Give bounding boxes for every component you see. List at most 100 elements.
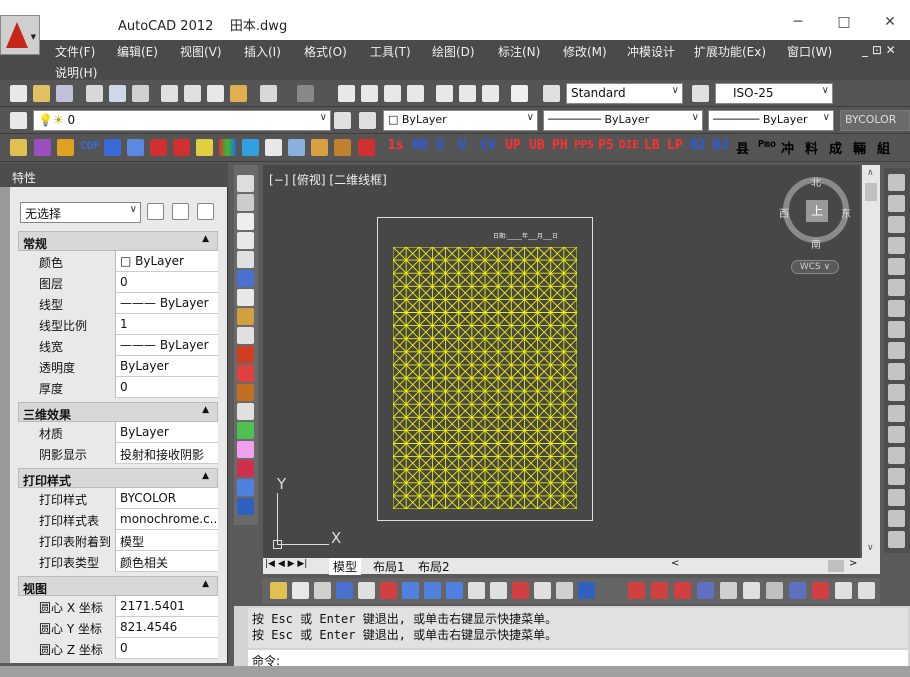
match-properties-icon[interactable]	[230, 85, 247, 102]
prop-row[interactable]: 厚度 0	[18, 377, 218, 398]
modify-tool-icon[interactable]	[314, 582, 331, 599]
tool-icon-13[interactable]	[288, 139, 305, 156]
wcs-menu[interactable]: WCS ∨	[791, 260, 839, 274]
tb-u2[interactable]: U	[458, 138, 466, 153]
tool-icon-7[interactable]	[150, 139, 167, 156]
new-file-icon[interactable]	[10, 85, 27, 102]
prop-value[interactable]: ——— ByLayer	[118, 335, 218, 356]
modify-tool-icon[interactable]	[628, 582, 645, 599]
prop-row[interactable]: 圆心 Z 坐标 0	[18, 638, 218, 659]
prop-value[interactable]: 模型	[118, 530, 218, 551]
cut-icon[interactable]	[161, 85, 178, 102]
prop-value[interactable]: 颜色相关	[118, 551, 218, 572]
prop-section[interactable]: 三维效果 ▲	[18, 402, 218, 422]
prop-value[interactable]: monochrome.c...	[118, 509, 218, 530]
prop-row[interactable]: 透明度 ByLayer	[18, 356, 218, 377]
tool-icon-1[interactable]	[10, 139, 27, 156]
tb-cv[interactable]: CV	[480, 138, 496, 153]
tb-chong[interactable]: 冲	[781, 138, 794, 157]
prop-row[interactable]: 阴影显示 投射和接收阴影	[18, 443, 218, 464]
menu-view[interactable]: 视图(V)	[180, 43, 222, 60]
prop-value[interactable]: 1	[118, 314, 218, 335]
dimension-tool-icon[interactable]	[888, 237, 905, 254]
modify-tool-icon[interactable]	[380, 582, 397, 599]
tool-icon-9[interactable]	[196, 139, 213, 156]
dim-style-icon[interactable]	[692, 85, 709, 102]
collapse-icon[interactable]: ▲	[202, 471, 209, 481]
prop-value[interactable]: ByLayer	[118, 422, 218, 443]
make-layer-current-icon[interactable]	[334, 112, 351, 129]
dimension-tool-icon[interactable]	[888, 321, 905, 338]
layer-manager-icon[interactable]	[10, 112, 27, 129]
tb-pps[interactable]: PPS	[574, 138, 594, 151]
text-style-icon[interactable]	[543, 85, 560, 102]
vertical-scrollbar[interactable]: ∧ ∨	[862, 165, 880, 558]
linetype-select[interactable]: ──────── ByLayer ∨	[543, 110, 703, 131]
modify-tool-icon[interactable]	[720, 582, 737, 599]
menu-edit[interactable]: 编辑(E)	[117, 43, 158, 60]
dimension-tool-icon[interactable]	[888, 300, 905, 317]
left-tool-icon[interactable]	[237, 251, 254, 268]
dimension-tool-icon[interactable]	[888, 426, 905, 443]
viewport-controls[interactable]: [−] [俯视] [二维线框]	[269, 171, 387, 188]
print-icon[interactable]	[86, 85, 103, 102]
tb-1s[interactable]: 1s	[388, 138, 404, 153]
pan-icon[interactable]	[338, 85, 355, 102]
tool-icon-12[interactable]	[265, 139, 282, 156]
tab-layout2[interactable]: 布局2	[414, 558, 454, 575]
layer-previous-icon[interactable]	[359, 112, 376, 129]
dimension-tool-icon[interactable]	[888, 363, 905, 380]
tb-liao[interactable]: 料	[805, 138, 818, 157]
dimension-tool-icon[interactable]	[888, 531, 905, 548]
menu-help[interactable]: 说明(H)	[55, 64, 97, 81]
modify-tool-icon[interactable]	[743, 582, 760, 599]
prop-value[interactable]: ——— ByLayer	[118, 293, 218, 314]
print-preview-icon[interactable]	[109, 85, 126, 102]
tool-icon-11[interactable]	[242, 139, 259, 156]
dimension-tool-icon[interactable]	[888, 447, 905, 464]
viewcube-top[interactable]: 上	[806, 200, 828, 222]
dim-style-select[interactable]: ISO-25 ∨	[715, 83, 833, 104]
prop-row[interactable]: 线宽 ——— ByLayer	[18, 335, 218, 356]
left-tool-icon[interactable]	[237, 175, 254, 192]
prop-value[interactable]: 0	[118, 638, 218, 659]
help-icon[interactable]	[511, 85, 528, 102]
prop-row[interactable]: 打印表附着到 模型	[18, 530, 218, 551]
prop-row[interactable]: 圆心 X 坐标 2171.5401	[18, 596, 218, 617]
prop-value[interactable]: 投射和接收阴影	[118, 443, 218, 464]
tool-icon-2[interactable]	[34, 139, 51, 156]
modify-tool-icon[interactable]	[402, 582, 419, 599]
modify-tool-icon[interactable]	[812, 582, 829, 599]
prop-row[interactable]: 圆心 Y 坐标 821.4546	[18, 617, 218, 638]
dimension-tool-icon[interactable]	[888, 216, 905, 233]
prop-row[interactable]: 颜色 □ ByLayer	[18, 251, 218, 272]
tool-icon-3[interactable]	[57, 139, 74, 156]
viewcube-west[interactable]: 西	[779, 205, 789, 220]
menu-draw[interactable]: 绘图(D)	[432, 43, 475, 60]
tool-icon-6[interactable]	[127, 139, 144, 156]
dimension-tool-icon[interactable]	[888, 195, 905, 212]
scroll-thumb[interactable]	[865, 183, 877, 201]
document-window-controls[interactable]: _ ⊡ ✕	[862, 43, 896, 57]
h-scroll-thumb[interactable]	[828, 560, 844, 572]
prop-section[interactable]: 打印样式 ▲	[18, 468, 218, 488]
prop-value[interactable]: 0	[118, 377, 218, 398]
tb-hd[interactable]: HD	[412, 138, 428, 153]
tb-u1[interactable]: U	[436, 138, 444, 153]
menu-modify[interactable]: 修改(M)	[563, 43, 607, 60]
layer-select[interactable]: 💡☀ 0 ∨	[33, 110, 331, 131]
paste-icon[interactable]	[207, 85, 224, 102]
left-tool-icon[interactable]	[237, 289, 254, 306]
color-select[interactable]: □ ByLayer ∨	[383, 110, 538, 131]
prop-value[interactable]: □ ByLayer	[118, 251, 218, 272]
palette-side-strip[interactable]	[0, 187, 10, 663]
prop-value[interactable]: BYCOLOR	[118, 488, 218, 509]
unlock-icon[interactable]	[334, 139, 351, 156]
collapse-icon[interactable]: ▲	[202, 579, 209, 589]
tool-palettes-icon[interactable]	[482, 85, 499, 102]
dimension-tool-icon[interactable]	[888, 510, 905, 527]
collapse-icon[interactable]: ▲	[202, 234, 209, 244]
autocad-a-icon[interactable]: ▼	[0, 15, 40, 55]
left-tool-icon[interactable]	[237, 308, 254, 325]
prop-value[interactable]: 821.4546	[118, 617, 218, 638]
